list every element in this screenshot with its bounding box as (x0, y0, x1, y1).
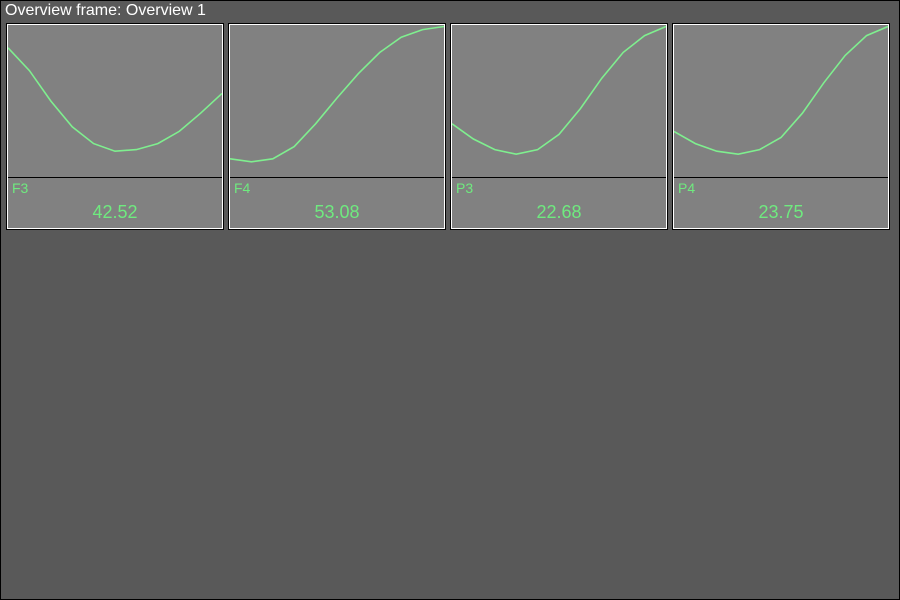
line-chart-f3 (8, 25, 222, 177)
panel-footer: P3 22.68 (452, 178, 666, 228)
panel-footer: P4 23.75 (674, 178, 888, 228)
panel-footer: F4 53.08 (230, 178, 444, 228)
channel-panel-f3[interactable]: F3 42.52 (7, 24, 223, 229)
channel-panel-f4[interactable]: F4 53.08 (229, 24, 445, 229)
plot-p3 (452, 25, 666, 178)
plot-p4 (674, 25, 888, 178)
panel-row: F3 42.52 F4 53.08 P3 22.68 (1, 24, 899, 229)
channel-label: F3 (12, 180, 28, 196)
channel-value: 53.08 (230, 202, 444, 223)
line-chart-f4 (230, 25, 444, 177)
line-chart-p3 (452, 25, 666, 177)
channel-panel-p3[interactable]: P3 22.68 (451, 24, 667, 229)
panel-footer: F3 42.52 (8, 178, 222, 228)
channel-label: F4 (234, 180, 250, 196)
overview-frame: Overview frame: Overview 1 F3 42.52 F4 5… (0, 0, 900, 600)
plot-f3 (8, 25, 222, 178)
channel-value: 23.75 (674, 202, 888, 223)
channel-value: 42.52 (8, 202, 222, 223)
plot-f4 (230, 25, 444, 178)
line-chart-p4 (674, 25, 888, 177)
channel-label: P4 (678, 180, 695, 196)
frame-title: Overview frame: Overview 1 (1, 1, 899, 24)
channel-panel-p4[interactable]: P4 23.75 (673, 24, 889, 229)
channel-value: 22.68 (452, 202, 666, 223)
channel-label: P3 (456, 180, 473, 196)
